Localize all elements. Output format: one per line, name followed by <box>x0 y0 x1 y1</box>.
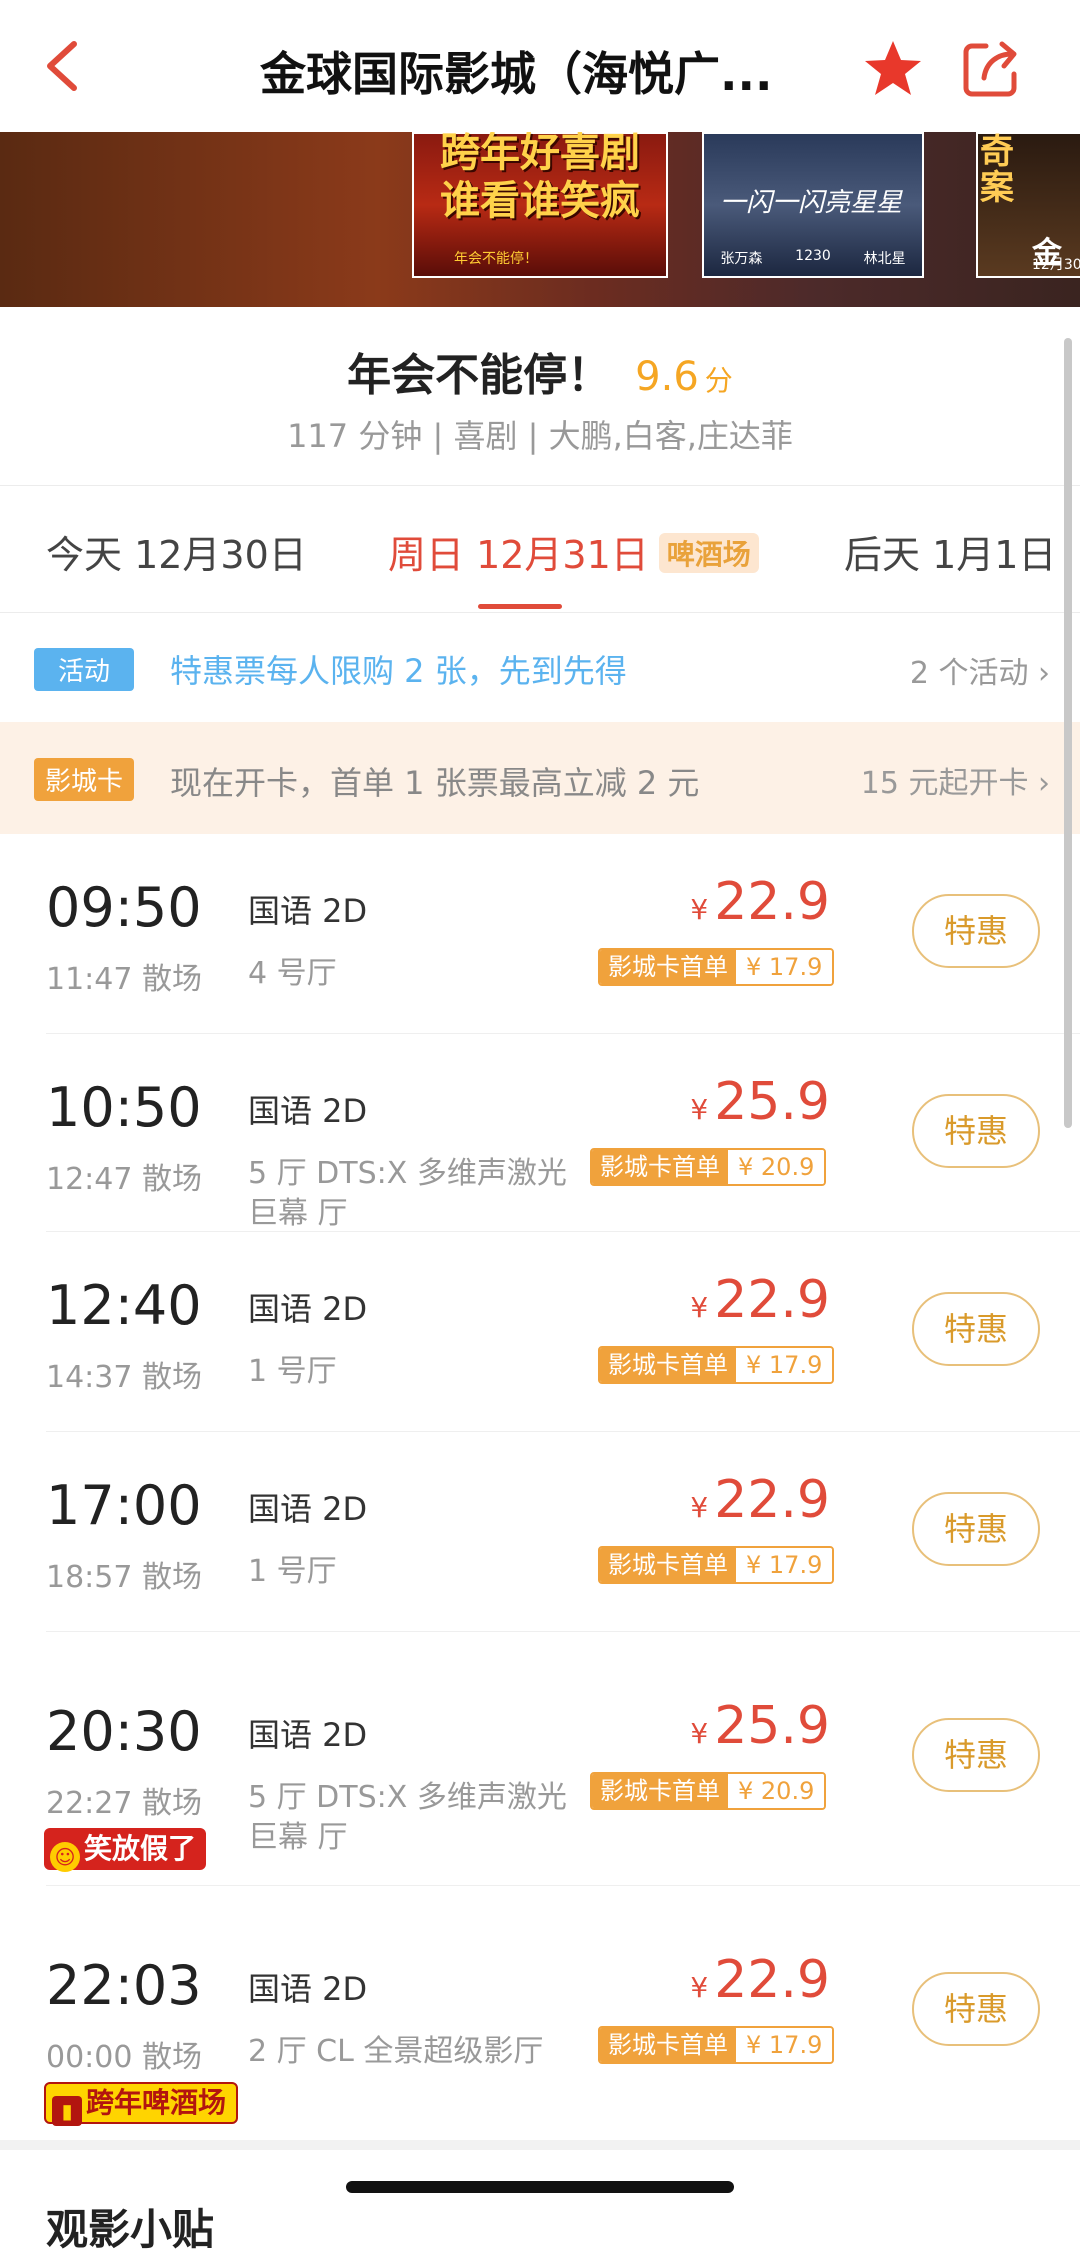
card-price: 影城卡首单 ¥ 20.9 <box>590 1772 827 1810</box>
home-indicator[interactable] <box>346 2181 734 2193</box>
score-unit: 分 <box>704 364 733 397</box>
activity-text: 特惠票每人限购 2 张，先到先得 <box>170 652 627 690</box>
start-time: 10:50 <box>46 1076 202 1139</box>
divider <box>0 612 1080 613</box>
tab-day-after[interactable]: 后天 1月1日 <box>844 524 1056 579</box>
price: ¥22.9 <box>690 1470 830 1530</box>
poster-credit: 1230 <box>795 248 831 264</box>
poster-nian-hui[interactable]: 跨年好喜剧 谁看谁笑疯 年会不能停！ <box>412 132 668 278</box>
card-price: 影城卡首单 ¥ 17.9 <box>598 2026 835 2064</box>
hall-name: 2 厅 CL 全景超级影厅 <box>248 2034 544 2069</box>
scrollbar[interactable] <box>1064 338 1072 1128</box>
showtime-row[interactable]: 09:50 11:47 散场 国语 2D 4 号厅 ¥22.9 影城卡首单 ¥ 1… <box>0 834 1080 1034</box>
share-icon[interactable] <box>960 38 1022 100</box>
poster-credit: 张万森 <box>720 251 763 267</box>
poster-carousel[interactable]: 跨年好喜剧 谁看谁笑疯 年会不能停！ 一闪一闪亮星星 张万森 1230 林北星 … <box>0 132 1080 307</box>
hall-name: 1 号厅 <box>248 1354 337 1389</box>
movie-info[interactable]: 年会不能停！ 9.6 分 117 分钟 | 喜剧 | 大鹏,白客,庄达菲 <box>0 307 1080 485</box>
start-time: 12:40 <box>46 1274 202 1337</box>
price: ¥22.9 <box>690 872 830 932</box>
promo-badge: ☺ 笑放假了 <box>44 1828 207 1872</box>
end-time: 22:27 散场 <box>46 1786 202 1821</box>
activity-link[interactable]: 2 个活动 › <box>910 648 1050 692</box>
card-price: 影城卡首单 ¥ 17.9 <box>598 1346 835 1384</box>
start-time: 20:30 <box>46 1700 202 1763</box>
hall-name: 4 号厅 <box>248 956 337 991</box>
hall-name: 5 厅 DTS:X 多维声激光巨幕 厅 <box>248 1156 567 1231</box>
buy-button[interactable]: 特惠 <box>912 1292 1040 1366</box>
end-time: 14:37 散场 <box>46 1360 202 1395</box>
showtime-row[interactable]: 20:30 22:27 散场 ☺ 笑放假了 国语 2D 5 厅 DTS:X 多维声… <box>0 1632 1080 1886</box>
language-format: 国语 2D <box>248 1290 368 1328</box>
language-format: 国语 2D <box>248 1970 368 2008</box>
price: ¥25.9 <box>690 1072 830 1132</box>
chevron-right-icon: › <box>1038 766 1050 801</box>
buy-button[interactable]: 特惠 <box>912 1972 1040 2046</box>
card-price: 影城卡首单 ¥ 20.9 <box>590 1148 827 1186</box>
active-tab-indicator <box>478 604 562 609</box>
poster-small-text: 年会不能停！ <box>454 251 538 267</box>
poster-text: 谁看谁笑疯 <box>440 178 640 224</box>
showtime-row[interactable]: 10:50 12:47 散场 国语 2D 5 厅 DTS:X 多维声激光巨幕 厅… <box>0 1034 1080 1232</box>
poster-credits: 张万森 1230 林北星 <box>704 248 922 268</box>
hall-name: 1 号厅 <box>248 1554 337 1589</box>
start-time: 17:00 <box>46 1474 202 1537</box>
showtime-row[interactable]: 22:03 00:00 散场 ▮ 跨年啤酒场 国语 2D 2 厅 CL 全景超级影… <box>0 1886 1080 2140</box>
poster-date: 12月30日 <box>1032 257 1080 273</box>
date-tabs: 今天 12月30日 周日 12月31日 啤酒场 后天 1月1日 <box>0 486 1080 612</box>
poster-third[interactable]: 奇案 金 12月30日 <box>976 132 1080 278</box>
tab-sunday[interactable]: 周日 12月31日 啤酒场 <box>388 524 759 579</box>
card-chip: 影城卡 <box>34 758 134 801</box>
language-format: 国语 2D <box>248 1716 368 1754</box>
chevron-left-icon[interactable] <box>34 34 94 98</box>
activity-chip: 活动 <box>34 648 134 691</box>
chevron-right-icon: › <box>1038 656 1050 691</box>
activity-row[interactable]: 活动 特惠票每人限购 2 张，先到先得 2 个活动 › <box>0 614 1080 722</box>
card-text: 现在开卡，首单 1 张票最高立减 2 元 <box>170 764 700 802</box>
poster-shan-shan[interactable]: 一闪一闪亮星星 张万森 1230 林北星 <box>702 132 924 278</box>
movie-meta: 117 分钟 | 喜剧 | 大鹏,白客,庄达菲 <box>287 417 793 455</box>
poster-title: 一闪一闪亮星星 <box>720 188 903 218</box>
cinema-card-row[interactable]: 影城卡 现在开卡，首单 1 张票最高立减 2 元 15 元起开卡 › <box>0 722 1080 834</box>
beer-tag: 啤酒场 <box>658 533 759 573</box>
language-format: 国语 2D <box>248 1092 368 1130</box>
star-icon[interactable] <box>862 38 924 100</box>
buy-button[interactable]: 特惠 <box>912 1094 1040 1168</box>
price: ¥22.9 <box>690 1950 830 2010</box>
showtime-row[interactable]: 17:00 18:57 散场 国语 2D 1 号厅 ¥22.9 影城卡首单 ¥ 1… <box>0 1432 1080 1632</box>
start-time: 09:50 <box>46 876 202 939</box>
card-price: 影城卡首单 ¥ 17.9 <box>598 1546 835 1584</box>
card-price: 影城卡首单 ¥ 17.9 <box>598 948 835 986</box>
language-format: 国语 2D <box>248 892 368 930</box>
beer-icon: ▮ <box>52 2096 82 2126</box>
poster-text: 奇案 <box>980 132 1014 208</box>
movie-name: 年会不能停！ <box>347 350 612 401</box>
movie-score: 9.6 <box>635 354 699 400</box>
smile-icon: ☺ <box>50 1842 80 1872</box>
price: ¥22.9 <box>690 1270 830 1330</box>
hall-name: 5 厅 DTS:X 多维声激光巨幕 厅 <box>248 1780 567 1855</box>
card-link[interactable]: 15 元起开卡 › <box>861 758 1050 802</box>
end-time: 11:47 散场 <box>46 962 202 997</box>
end-time: 18:57 散场 <box>46 1560 202 1595</box>
end-time: 12:47 散场 <box>46 1162 202 1197</box>
price: ¥25.9 <box>690 1696 830 1756</box>
buy-button[interactable]: 特惠 <box>912 1718 1040 1792</box>
cinema-title: 金球国际影城（海悦广... <box>260 47 773 101</box>
tab-today[interactable]: 今天 12月30日 <box>46 524 307 579</box>
top-nav-bar: 金球国际影城（海悦广... <box>0 0 1080 132</box>
end-time: 00:00 散场 <box>46 2040 202 2075</box>
promo-badge: ▮ 跨年啤酒场 <box>44 2082 239 2126</box>
language-format: 国语 2D <box>248 1490 368 1528</box>
bottom-section-title: 观影小贴 <box>46 2205 215 2254</box>
buy-button[interactable]: 特惠 <box>912 1492 1040 1566</box>
start-time: 22:03 <box>46 1954 202 2017</box>
poster-credit: 林北星 <box>863 251 906 267</box>
showtime-row[interactable]: 12:40 14:37 散场 国语 2D 1 号厅 ¥22.9 影城卡首单 ¥ 1… <box>0 1232 1080 1432</box>
buy-button[interactable]: 特惠 <box>912 894 1040 968</box>
